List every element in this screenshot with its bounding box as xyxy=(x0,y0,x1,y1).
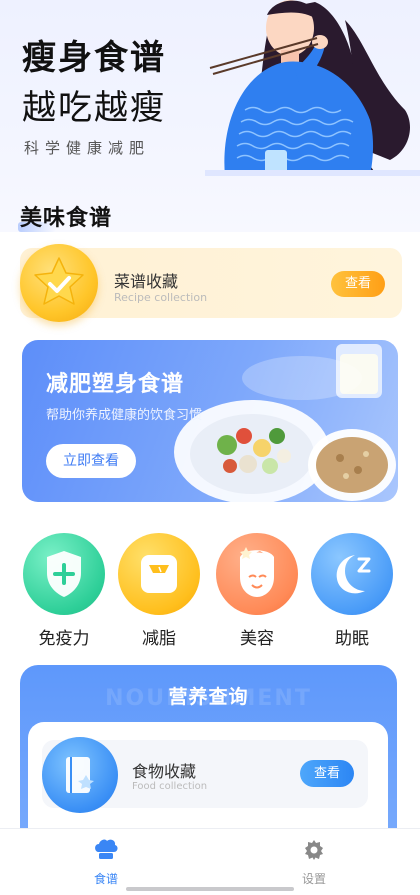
star-icon xyxy=(20,244,98,322)
tab-settings[interactable]: 设置 xyxy=(274,838,354,887)
recipe-view-button[interactable]: 查看 xyxy=(331,271,385,297)
home-indicator xyxy=(126,887,294,891)
hero-header: 瘦身食谱 越吃越瘦 科学健康减肥 xyxy=(0,0,420,232)
category-label: 免疫力 xyxy=(38,629,90,649)
category-label: 减脂 xyxy=(142,629,176,649)
recipe-collection-subtitle: Recipe collection xyxy=(114,291,208,304)
banner-subtitle: 帮助你养成健康的饮食习惯 xyxy=(46,408,203,423)
face-icon xyxy=(216,533,298,615)
food-collection-title: 食物收藏 xyxy=(132,762,197,781)
gear-icon xyxy=(305,840,323,860)
food-collection-icon xyxy=(42,737,118,813)
tab-label: 食谱 xyxy=(93,872,118,886)
girl-eating-illustration xyxy=(205,0,420,176)
category-immunity[interactable]: 免疫力 xyxy=(22,533,106,649)
recipe-collection-title: 菜谱收藏 xyxy=(114,272,179,291)
bottom-tab-bar xyxy=(0,828,420,895)
category-beauty[interactable]: 美容 xyxy=(215,533,299,649)
category-fat-loss[interactable]: 减脂 xyxy=(117,533,201,649)
shield-plus-icon xyxy=(23,533,105,615)
chef-hat-icon xyxy=(95,839,118,859)
category-label: 美容 xyxy=(240,629,274,649)
banner-title: 减肥塑身食谱 xyxy=(46,372,185,397)
moon-sleep-icon xyxy=(311,533,393,615)
tab-label: 设置 xyxy=(301,872,326,886)
category-sleep-aid[interactable]: 助眠 xyxy=(310,533,394,649)
tab-recipes[interactable]: 食谱 xyxy=(66,838,146,887)
hero-subtitle: 越吃越瘦 xyxy=(22,88,166,128)
section-title: 美味食谱 xyxy=(20,206,113,231)
scale-icon xyxy=(118,533,200,615)
category-label: 助眠 xyxy=(335,629,369,649)
nutrition-title: 营养查询 xyxy=(168,686,249,708)
food-view-button[interactable]: 查看 xyxy=(300,760,354,787)
banner-view-now-button[interactable]: 立即查看 xyxy=(46,444,136,478)
hero-title: 瘦身食谱 xyxy=(22,38,166,78)
food-collection-subtitle: Food collection xyxy=(132,781,208,792)
hero-tagline: 科学健康减肥 xyxy=(24,139,151,157)
